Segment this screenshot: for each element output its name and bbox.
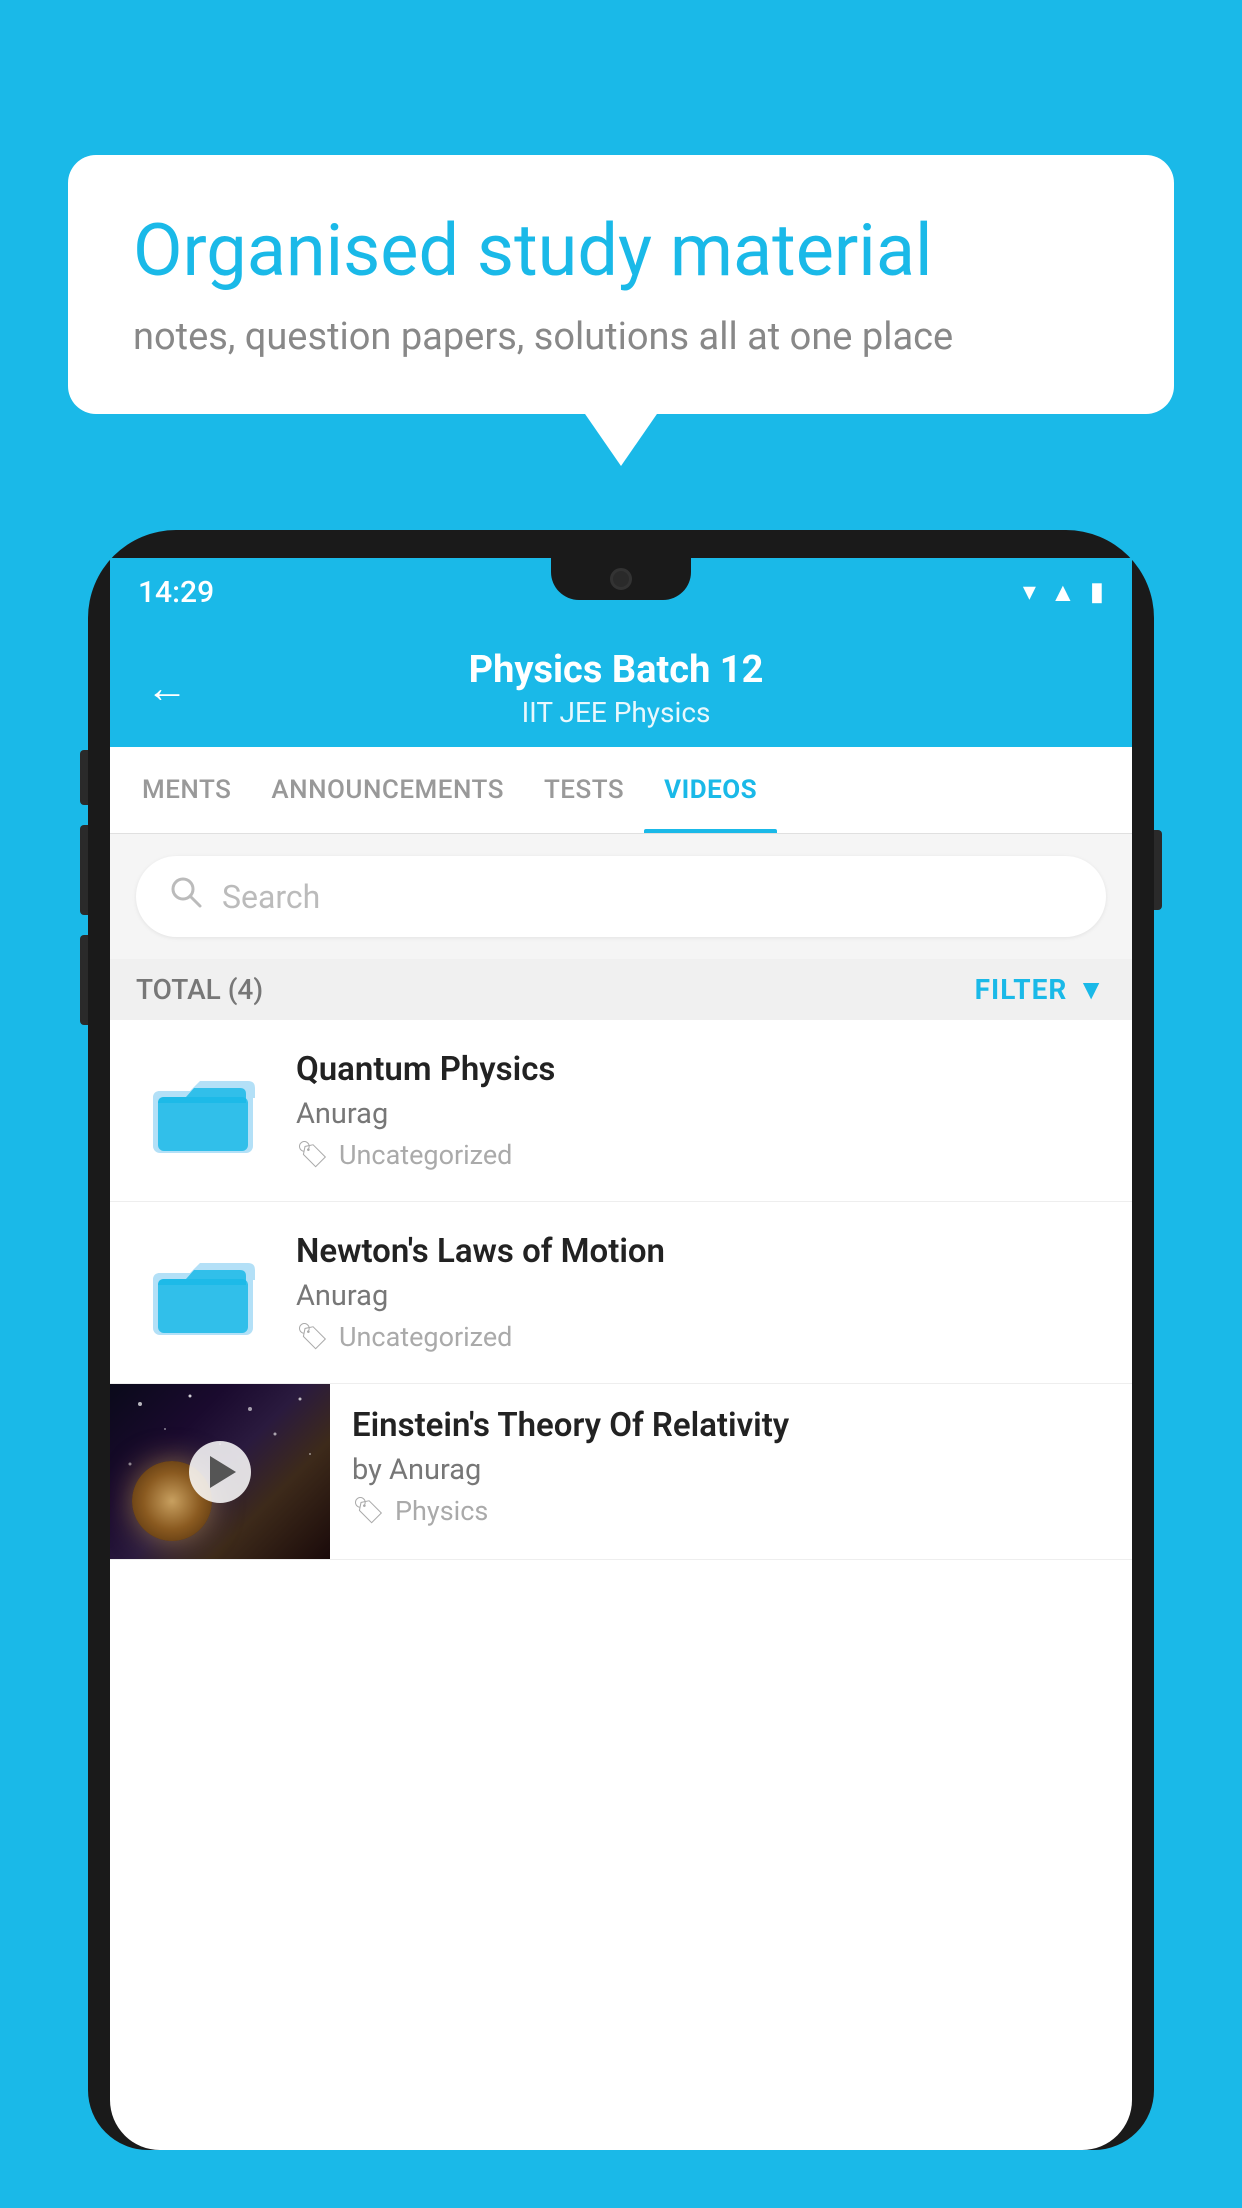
video-author: Anurag [296,1279,1104,1313]
tag-icon: 🏷 [352,1496,385,1526]
video-category: Physics [395,1495,488,1527]
video-tag-row: 🏷 Uncategorized [296,1321,1104,1353]
phone-outer: 14:29 ▾ ▲ ▮ ← Physics Batch 12 IIT JEE P… [88,530,1154,2150]
play-icon [210,1456,236,1488]
camera-dot [610,568,632,590]
bubble-title: Organised study material [133,210,1109,293]
play-button[interactable] [189,1441,251,1503]
list-item[interactable]: Quantum Physics Anurag 🏷 Uncategorized [110,1020,1132,1202]
video-tag-row: 🏷 Uncategorized [296,1139,1104,1171]
video-author: Anurag [296,1097,1104,1131]
filter-button[interactable]: FILTER ▼ [975,973,1106,1006]
silent-button [80,750,88,805]
search-bar-container: Search [110,834,1132,959]
battery-icon: ▮ [1090,577,1104,607]
filter-row: TOTAL (4) FILTER ▼ [110,959,1132,1020]
video-tag-row: 🏷 Physics [352,1495,1110,1527]
search-icon [168,874,204,919]
tab-videos[interactable]: VIDEOS [644,747,777,833]
bubble-subtitle: notes, question papers, solutions all at… [133,315,1109,359]
video-title: Quantum Physics [296,1050,1104,1089]
folder-thumbnail [138,1058,268,1163]
power-button [1154,830,1162,910]
video-info: Quantum Physics Anurag 🏷 Uncategorized [296,1050,1104,1171]
app-header: ← Physics Batch 12 IIT JEE Physics [110,626,1132,747]
phone-screen: ← Physics Batch 12 IIT JEE Physics MENTS… [110,626,1132,2150]
list-item[interactable]: Newton's Laws of Motion Anurag 🏷 Uncateg… [110,1202,1132,1384]
video-title: Newton's Laws of Motion [296,1232,1104,1271]
volume-up-button [80,825,88,915]
search-input-placeholder[interactable]: Search [222,878,320,916]
header-title: Physics Batch 12 [212,648,1020,692]
signal-icon: ▲ [1050,577,1076,608]
video-author: by Anurag [352,1453,1110,1487]
status-bar: 14:29 ▾ ▲ ▮ [110,558,1132,626]
tab-announcements[interactable]: ANNOUNCEMENTS [251,747,524,833]
filter-funnel-icon: ▼ [1077,973,1106,1006]
speech-bubble-section: Organised study material notes, question… [68,155,1174,414]
header-title-block: Physics Batch 12 IIT JEE Physics [212,648,1020,729]
back-button[interactable]: ← [146,664,188,713]
tab-ments[interactable]: MENTS [122,747,251,833]
status-icons: ▾ ▲ ▮ [1023,577,1104,608]
tabs-row: MENTS ANNOUNCEMENTS TESTS VIDEOS [110,747,1132,834]
video-title: Einstein's Theory Of Relativity [352,1406,1110,1445]
video-thumbnail [110,1384,330,1559]
status-time: 14:29 [138,575,214,610]
speech-bubble: Organised study material notes, question… [68,155,1174,414]
folder-thumbnail [138,1240,268,1345]
video-info: Newton's Laws of Motion Anurag 🏷 Uncateg… [296,1232,1104,1353]
volume-down-button [80,935,88,1025]
notch [551,558,691,600]
video-info: Einstein's Theory Of Relativity by Anura… [330,1384,1132,1549]
search-bar[interactable]: Search [136,856,1106,937]
tag-icon: 🏷 [296,1140,329,1170]
total-count-label: TOTAL (4) [136,973,263,1006]
phone-mockup: 14:29 ▾ ▲ ▮ ← Physics Batch 12 IIT JEE P… [88,530,1154,2208]
video-list: Quantum Physics Anurag 🏷 Uncategorized [110,1020,1132,1560]
tag-icon: 🏷 [296,1322,329,1352]
tab-tests[interactable]: TESTS [524,747,644,833]
wifi-icon: ▾ [1023,577,1036,607]
list-item[interactable]: Einstein's Theory Of Relativity by Anura… [110,1384,1132,1560]
video-category: Uncategorized [339,1139,512,1171]
header-subtitle: IIT JEE Physics [212,696,1020,729]
video-category: Uncategorized [339,1321,512,1353]
